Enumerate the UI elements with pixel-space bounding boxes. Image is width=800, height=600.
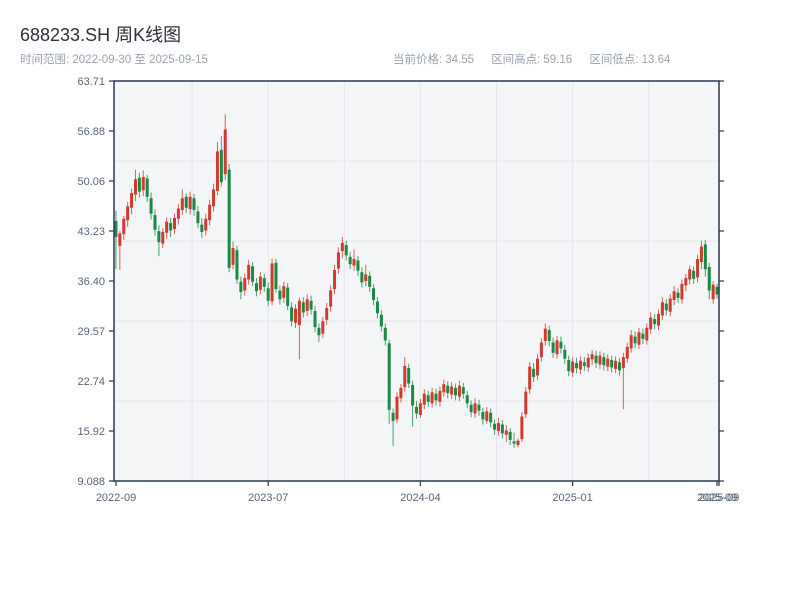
svg-text:43.23: 43.23 [77,226,105,238]
svg-text:63.71: 63.71 [77,76,105,88]
svg-text:36.40: 36.40 [77,276,105,288]
svg-text:22.74: 22.74 [77,376,105,388]
svg-text:56.88: 56.88 [77,126,105,138]
kline-page: 688233.SH 周K线图 时间范围: 2022-09-30 至 2025-0… [0,0,800,600]
svg-text:2022-09: 2022-09 [96,492,136,504]
svg-text:2025-01: 2025-01 [552,492,592,504]
svg-text:2024-04: 2024-04 [400,492,440,504]
svg-text:9.088: 9.088 [77,476,105,488]
svg-text:50.06: 50.06 [77,176,105,188]
svg-text:29.57: 29.57 [77,326,105,338]
svg-text:15.92: 15.92 [77,426,105,438]
svg-text:2023-07: 2023-07 [248,492,288,504]
candlestick-chart: 63.71 56.88 50.06 43.23 36.40 29.57 22.74 15.92… [0,0,800,600]
svg-text:2025-09: 2025-09 [699,492,739,504]
